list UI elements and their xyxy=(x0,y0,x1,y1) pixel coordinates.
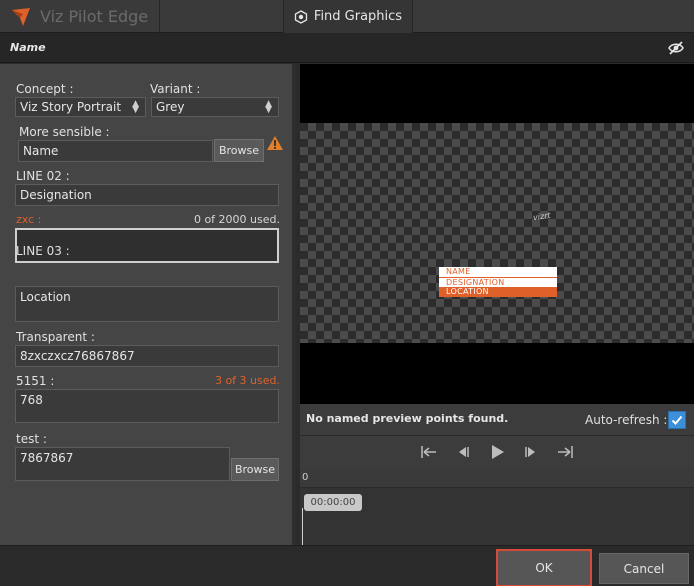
transparent-label: Transparent : xyxy=(16,330,95,344)
auto-refresh-label: Auto-refresh : xyxy=(585,413,668,427)
find-graphics-icon xyxy=(294,9,308,24)
play-icon xyxy=(492,445,504,459)
vizrt-watermark: vizrt xyxy=(532,210,552,223)
find-graphics-label: Find Graphics xyxy=(313,9,403,24)
5151-counter: 3 of 3 used. xyxy=(214,374,280,387)
step-back-button[interactable] xyxy=(453,442,473,462)
lower-third-graphic: NAME DESIGNATION LOCATION xyxy=(439,267,557,297)
5151-field[interactable]: 768 xyxy=(15,389,279,423)
more-sensible-browse-button[interactable]: Browse xyxy=(214,139,264,162)
transparency-checkerboard: vizrt NAME DESIGNATION LOCATION xyxy=(300,123,694,343)
brand[interactable]: Viz Pilot Edge xyxy=(0,0,160,33)
5151-label: 5151 : xyxy=(16,374,55,388)
cancel-button[interactable]: Cancel xyxy=(599,553,689,584)
more-sensible-label: More sensible : xyxy=(19,125,110,139)
go-to-end-icon xyxy=(558,446,573,458)
timeline-ruler: 0 xyxy=(300,468,694,488)
preview-points-message: No named preview points found. xyxy=(306,412,509,425)
timeline[interactable]: 0 00:00:00 xyxy=(300,468,694,545)
tab-find-graphics[interactable]: Find Graphics xyxy=(283,0,413,33)
viz-pilot-logo-icon xyxy=(12,7,30,26)
lower-third-location: LOCATION xyxy=(439,287,557,297)
test-label: test : xyxy=(16,432,47,446)
template-title-bar: Name xyxy=(0,33,694,63)
variant-select[interactable]: Grey ▲ ▼ xyxy=(151,97,279,117)
playhead[interactable] xyxy=(302,508,303,545)
select-arrows-icon: ▲ ▼ xyxy=(132,99,139,115)
variant-value: Grey xyxy=(156,100,185,114)
graphics-preview[interactable]: vizrt NAME DESIGNATION LOCATION xyxy=(300,64,694,404)
transport-controls xyxy=(300,436,694,468)
lower-third-name: NAME xyxy=(439,267,557,277)
checkmark-icon xyxy=(671,415,683,425)
concept-label: Concept : xyxy=(16,82,74,96)
select-arrows-icon: ▲ ▼ xyxy=(265,99,272,115)
preview-status-bar: No named preview points found. Auto-refr… xyxy=(300,404,694,436)
line03-field[interactable]: Location xyxy=(15,286,279,322)
ok-button[interactable]: OK xyxy=(496,549,592,586)
more-sensible-field[interactable]: Name xyxy=(18,140,213,162)
go-to-start-button[interactable] xyxy=(419,442,439,462)
play-button[interactable] xyxy=(487,442,507,462)
test-browse-button[interactable]: Browse xyxy=(231,458,279,481)
app-name: Viz Pilot Edge xyxy=(40,7,149,26)
template-title: Name xyxy=(10,41,46,54)
concept-value: Viz Story Portrait xyxy=(20,100,122,114)
zxc-counter: 0 of 2000 used. xyxy=(193,213,280,226)
line03-label: LINE 03 : xyxy=(16,244,70,258)
line02-field[interactable]: Designation xyxy=(15,184,279,206)
dialog-footer: OK Cancel xyxy=(0,545,694,586)
go-to-start-icon xyxy=(421,446,436,458)
step-forward-icon xyxy=(525,447,535,457)
template-form: Concept : Viz Story Portrait ▲ ▼ Variant … xyxy=(0,64,296,545)
zxc-label: zxc : xyxy=(16,213,42,226)
warning-icon xyxy=(267,136,283,150)
step-forward-button[interactable] xyxy=(521,442,541,462)
auto-refresh-checkbox[interactable] xyxy=(668,411,686,429)
hide-preview-eye-icon[interactable] xyxy=(668,40,684,56)
concept-select[interactable]: Viz Story Portrait ▲ ▼ xyxy=(15,97,146,117)
go-to-end-button[interactable] xyxy=(555,442,575,462)
test-field[interactable]: 7867867 xyxy=(15,447,230,481)
ruler-start-label: 0 xyxy=(302,472,309,483)
step-back-icon xyxy=(459,447,469,457)
variant-label: Variant : xyxy=(150,82,201,96)
line02-label: LINE 02 : xyxy=(16,169,70,183)
timecode-marker[interactable]: 00:00:00 xyxy=(304,494,362,511)
top-bar: Viz Pilot Edge Find Graphics xyxy=(0,0,694,33)
lower-third-designation: DESIGNATION xyxy=(439,277,557,287)
transparent-field[interactable]: 8zxczxcz76867867 xyxy=(15,345,279,367)
